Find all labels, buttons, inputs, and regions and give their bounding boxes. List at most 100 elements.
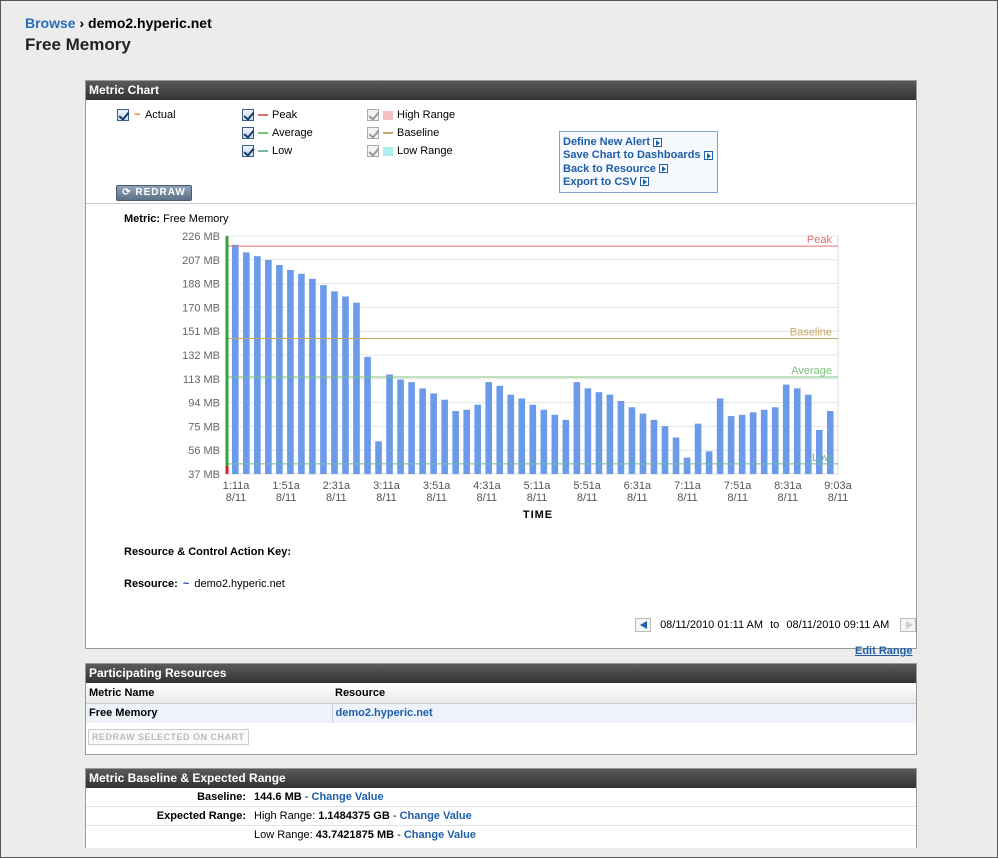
bar <box>232 244 239 474</box>
previous-range-button[interactable] <box>635 618 651 632</box>
y-tick-label: 113 MB <box>183 374 220 386</box>
high-range-prefix: High Range: <box>254 810 316 822</box>
bar <box>331 291 338 474</box>
change-low-range-link[interactable]: Change Value <box>404 829 476 841</box>
y-tick-label: 151 MB <box>182 326 220 338</box>
resource-key-name: demo2.hyperic.net <box>194 578 285 590</box>
reference-label-peak: Peak <box>807 234 833 246</box>
bar <box>551 414 559 474</box>
bar <box>342 296 349 474</box>
bar <box>672 437 680 474</box>
col-metric-name: Metric Name <box>86 683 332 704</box>
breadcrumb-resource: demo2.hyperic.net <box>88 15 212 31</box>
bar <box>606 394 614 474</box>
range-to: 08/11/2010 09:11 AM <box>786 618 890 631</box>
baseline-header: Metric Baseline & Expected Range <box>86 769 916 788</box>
bar <box>793 388 801 474</box>
bar <box>254 256 261 474</box>
free-memory-chart: 226 MB 207 MB 188 MB 170 MB 151 MB 132 MB 113 … <box>182 231 853 521</box>
row-resource-link[interactable]: demo2.hyperic.net <box>336 707 433 719</box>
bar <box>496 385 504 474</box>
reference-label-low: Low <box>812 452 832 464</box>
baseline-row: Baseline: 144.6 MB - Change Value <box>86 788 916 807</box>
y-tick-label: 94 MB <box>188 398 220 410</box>
time-range-row: 08/11/2010 01:11 AM to 08/11/2010 09:11 … <box>635 618 917 632</box>
high-range-value-group: High Range: 1.1484375 GB - Change Value <box>254 807 472 826</box>
bar <box>353 302 360 474</box>
bar <box>452 411 459 474</box>
breadcrumb-browse-link[interactable]: Browse <box>25 15 76 31</box>
x-tick-label: 3:11a <box>373 480 401 492</box>
participating-header: Participating Resources <box>86 664 916 683</box>
bar <box>661 426 669 474</box>
dash: - <box>397 829 401 841</box>
bar <box>507 394 515 474</box>
bar <box>716 398 724 474</box>
y-tick-label: 188 MB <box>182 279 220 291</box>
bar <box>243 252 250 474</box>
x-tick-label: 8:31a <box>774 480 802 492</box>
x-tick-date: 8/11 <box>376 492 397 504</box>
expected-range-label: Expected Range: <box>156 810 246 822</box>
x-tick-date: 8/11 <box>577 492 598 504</box>
low-range-prefix: Low Range: <box>254 829 313 841</box>
bar <box>320 285 327 474</box>
x-tick-label: 6:31a <box>624 480 652 492</box>
x-tick-label: 1:11a <box>223 480 251 492</box>
bar <box>749 412 757 474</box>
metric-chart-panel: Metric Chart ~ Actual Peak Average Low H… <box>85 80 917 657</box>
breadcrumb-separator: › <box>79 15 85 31</box>
x-tick-date: 8/11 <box>527 492 548 504</box>
resource-prefix: Resource: <box>124 578 178 590</box>
x-tick-label: 7:11a <box>674 480 702 492</box>
bar <box>485 382 493 474</box>
low-range-value: 43.7421875 MB <box>315 829 395 841</box>
bar <box>375 441 382 474</box>
table-row: Free Memory demo2.hyperic.net <box>86 703 916 723</box>
range-from: 08/11/2010 01:11 AM <box>660 618 764 631</box>
bar <box>430 393 437 474</box>
change-baseline-link[interactable]: Change Value <box>312 791 384 803</box>
row-metric-name: Free Memory <box>86 703 333 723</box>
x-tick-date: 8/11 <box>226 492 247 504</box>
x-tick-date: 8/11 <box>326 492 347 504</box>
bar <box>639 413 647 474</box>
next-range-button[interactable] <box>900 618 917 632</box>
bar <box>826 411 834 474</box>
bar <box>738 414 746 474</box>
bar <box>727 416 735 474</box>
baseline-row-label: Baseline: <box>197 791 246 803</box>
x-tick-label: 1:51a <box>272 480 300 492</box>
y-tick-label: 37 MB <box>188 469 220 481</box>
x-tick-label: 7:51a <box>724 480 752 492</box>
participating-resources-panel: Participating Resources Metric Name Reso… <box>85 663 917 755</box>
baseline-row-value: 144.6 MB - Change Value <box>254 788 384 807</box>
x-tick-label: 5:11a <box>524 480 552 492</box>
metric-chart-header: Metric Chart <box>86 81 916 100</box>
x-tick-label: 5:51a <box>573 480 601 492</box>
redraw-selected-button[interactable]: REDRAW SELECTED ON CHART <box>88 729 249 745</box>
bar <box>364 356 371 474</box>
participating-column-headers: Metric Name Resource <box>86 683 916 704</box>
high-range-value: 1.1484375 GB <box>318 810 390 822</box>
x-axis-label: TIME <box>523 509 553 521</box>
change-high-range-link[interactable]: Change Value <box>400 810 472 822</box>
bar <box>309 278 316 474</box>
col-resource: Resource <box>332 683 916 704</box>
bar <box>265 259 272 474</box>
baseline-value: 144.6 MB <box>254 791 302 803</box>
bar <box>298 273 305 474</box>
bar <box>705 451 713 474</box>
bar <box>397 379 404 474</box>
page-title: Free Memory <box>25 35 131 54</box>
y-tick-label: 132 MB <box>182 350 220 362</box>
breadcrumb: Browse › demo2.hyperic.net <box>25 15 212 31</box>
x-tick-date: 8/11 <box>727 492 748 504</box>
low-range-value-group: Low Range: 43.7421875 MB - Change Value <box>254 826 476 845</box>
x-tick-date: 8/11 <box>828 492 849 504</box>
y-tick-label: 170 MB <box>182 302 220 314</box>
reference-label-average: Average <box>791 365 832 377</box>
bar <box>518 398 526 474</box>
edit-range-link[interactable]: Edit Range <box>855 645 912 657</box>
y-tick-label: 56 MB <box>188 445 220 457</box>
